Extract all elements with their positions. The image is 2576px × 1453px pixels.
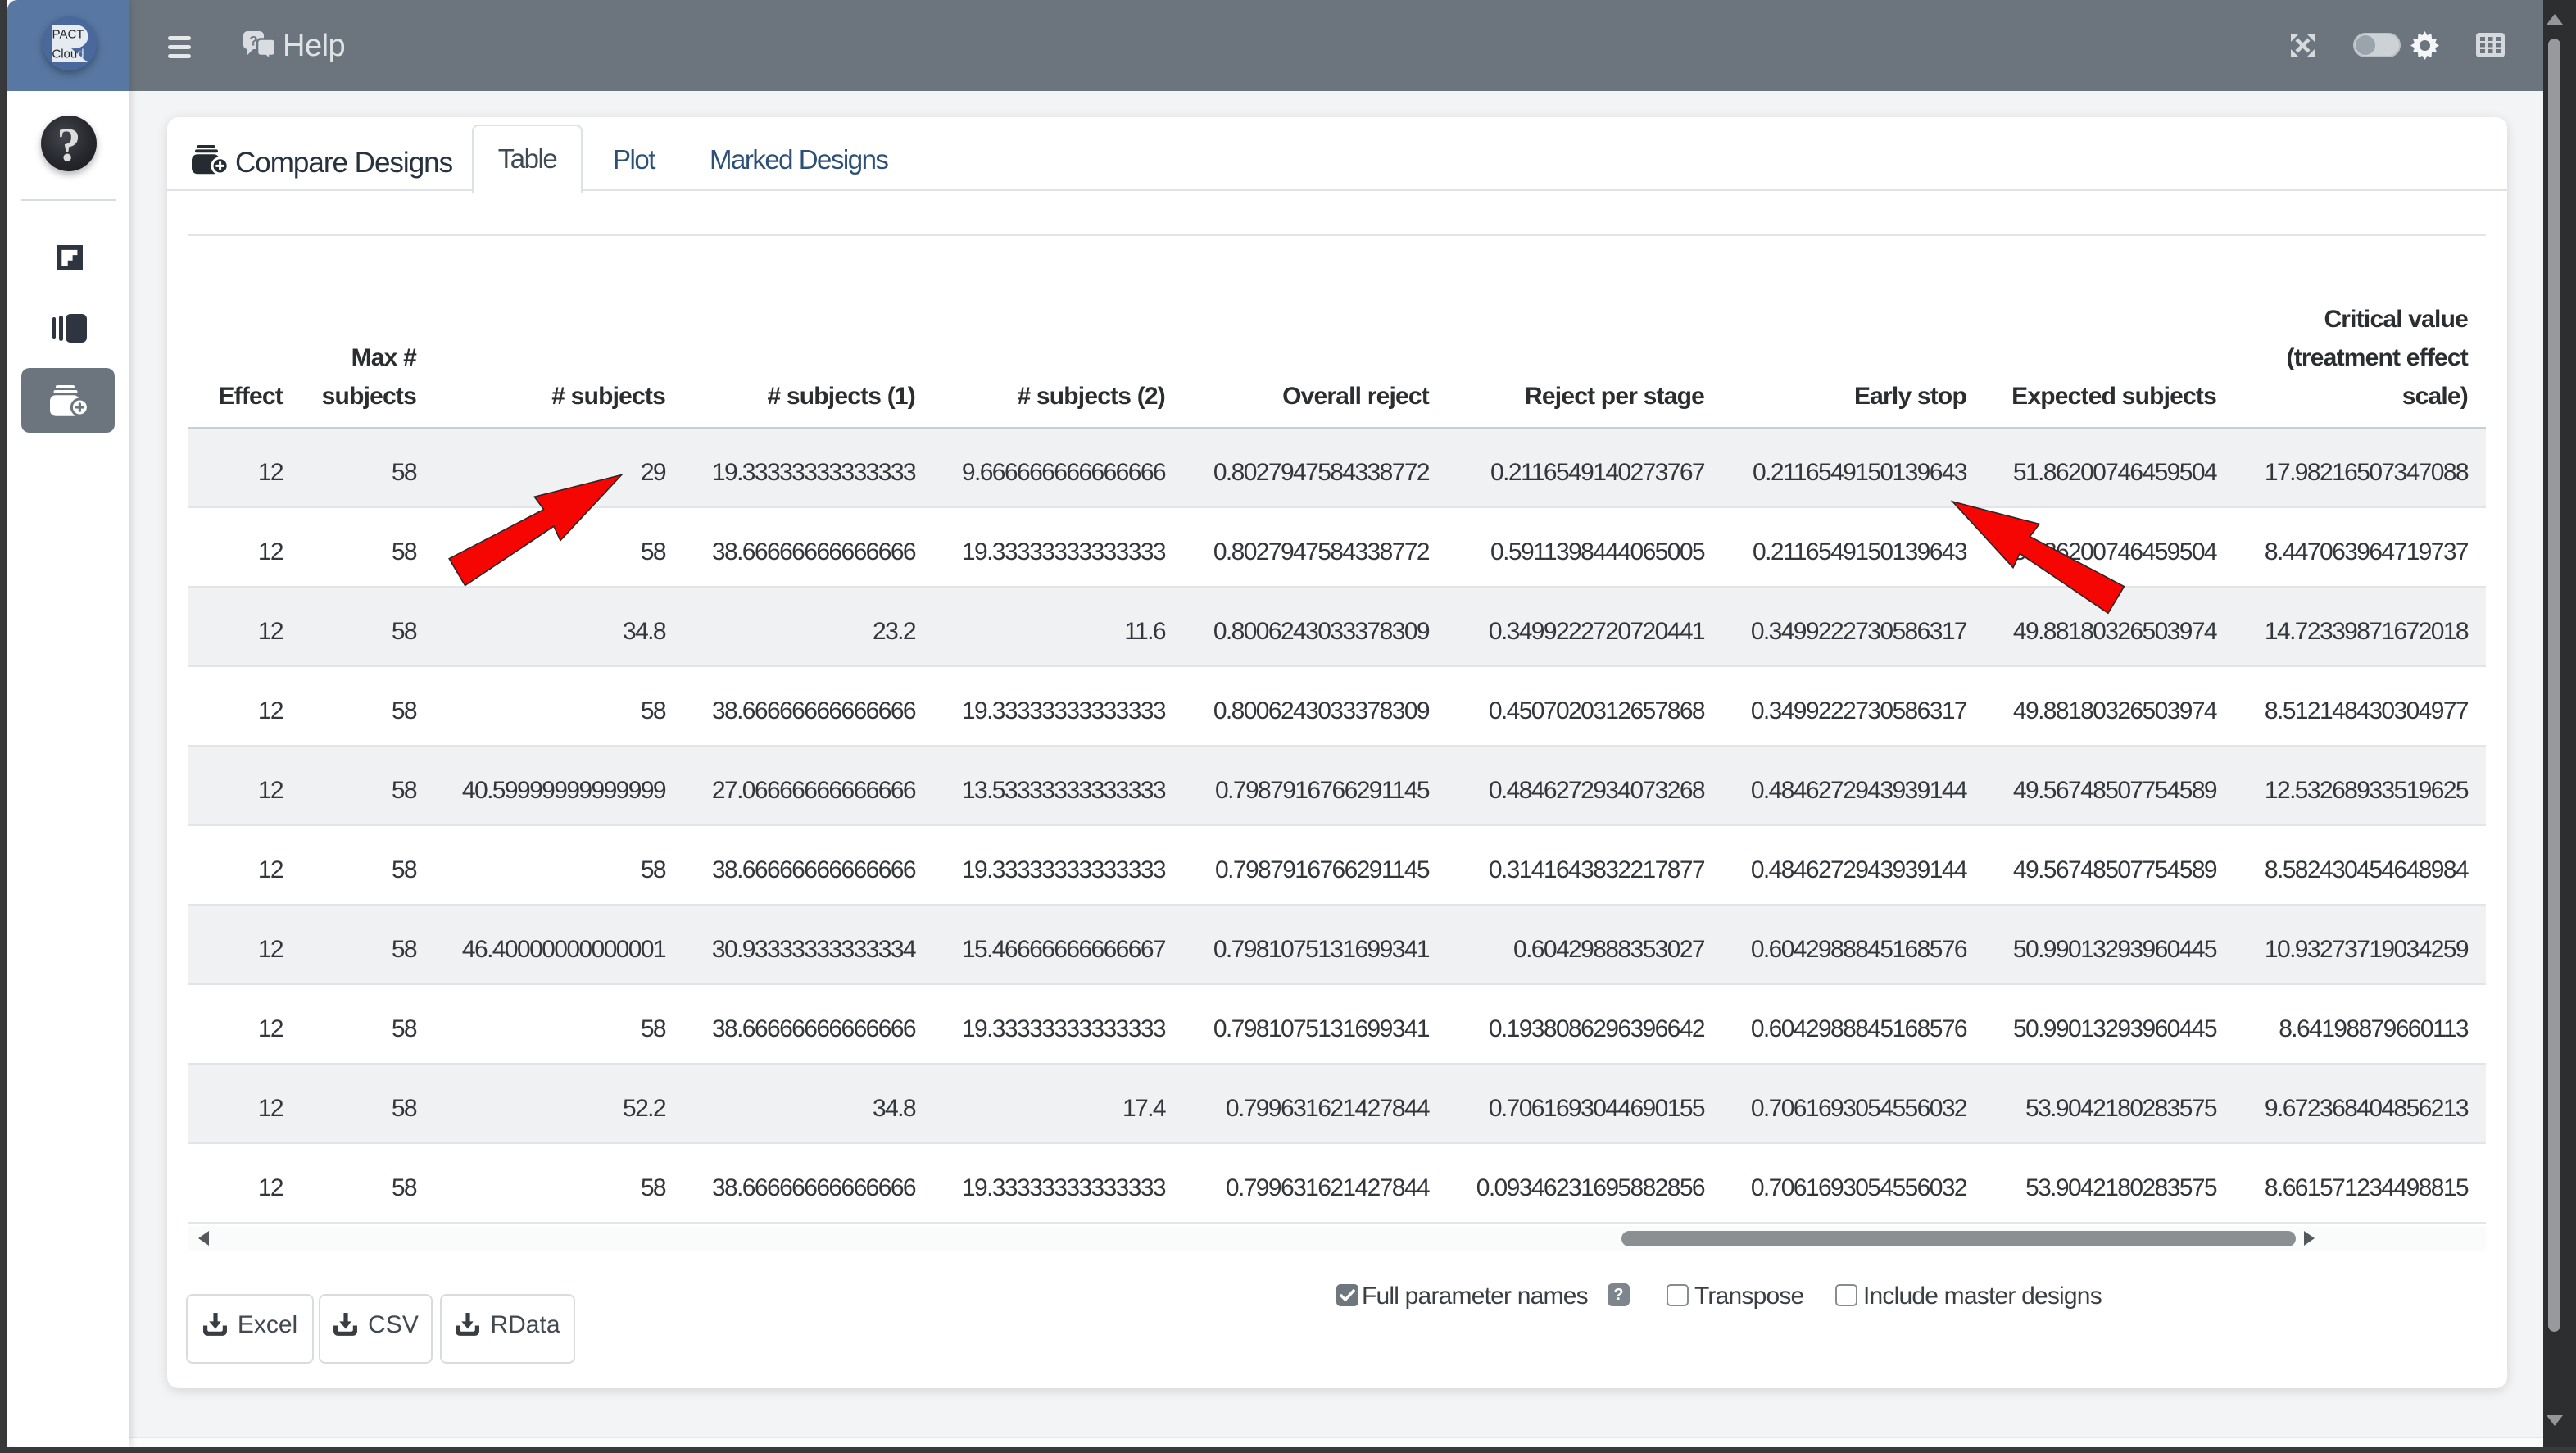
svg-text:Cloud: Cloud (52, 47, 84, 61)
svg-text:PACT: PACT (52, 28, 84, 42)
